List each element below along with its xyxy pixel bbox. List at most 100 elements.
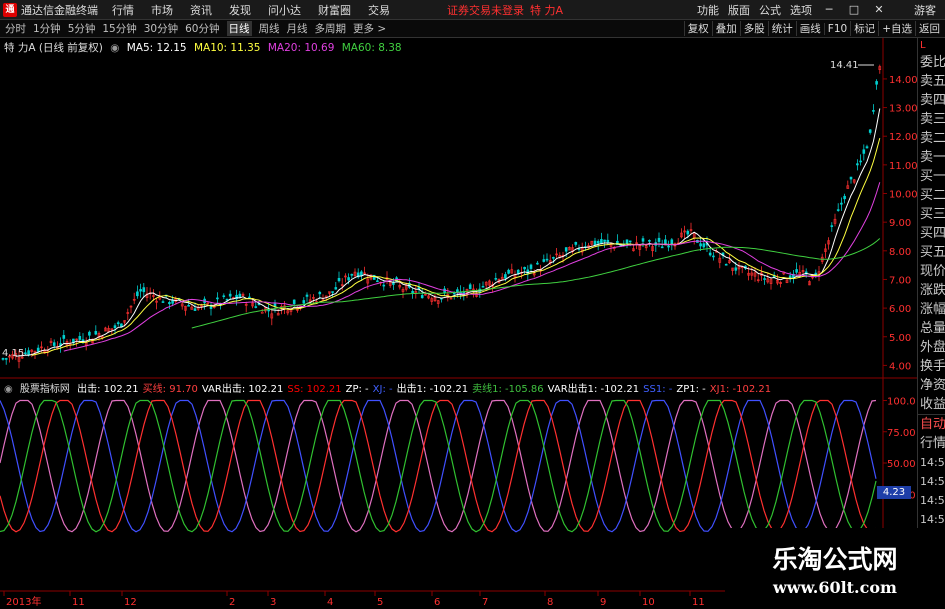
multi-stock-button[interactable]: 多股 (739, 21, 768, 36)
quote-field-label: 买一 (920, 169, 945, 184)
candle-body (260, 311, 264, 314)
ind-legend-item: XJ: - (372, 384, 393, 395)
candle-body (862, 149, 866, 154)
back-button[interactable]: 返回 (915, 21, 943, 36)
draw-line-button[interactable]: 画线 (795, 21, 824, 36)
period-multi[interactable]: 多周期 (315, 21, 347, 36)
candle-body (481, 286, 485, 288)
ind-legend-item: 买线: 91.70 (142, 384, 198, 395)
price-axis-label: 13.00 (889, 104, 917, 115)
overlay-button[interactable]: 叠加 (711, 21, 740, 36)
menu-market[interactable]: 市场 (151, 2, 173, 18)
candle-body (187, 304, 190, 307)
login-warning[interactable]: 证券交易未登录 (447, 2, 524, 18)
candle-body (36, 347, 40, 352)
candle-body (856, 163, 859, 166)
price-axis-label: 7.00 (889, 275, 911, 286)
date-axis-label: 7 (482, 597, 488, 608)
ind-legend-item: ZP1: - (676, 384, 706, 395)
ind-legend-item: VAR出击: 102.21 (201, 384, 284, 395)
period-monthly[interactable]: 月线 (287, 21, 308, 36)
legend-ma60: MA60: 8.38 (341, 42, 402, 54)
quote-field-label: 卖二 (920, 131, 945, 146)
f10-button[interactable]: F10 (823, 22, 850, 35)
candle-body (334, 287, 338, 290)
candle-body (724, 263, 728, 266)
quote-panel-head: L (920, 40, 926, 51)
tab-auto[interactable]: 自动 (918, 414, 945, 434)
quote-field-label: 卖三 (920, 112, 945, 127)
candle-body (763, 278, 766, 280)
quote-field-label: 涨幅 (920, 302, 945, 317)
period-15min[interactable]: 15分钟 (102, 21, 136, 36)
menu-function[interactable]: 功能 (697, 2, 719, 18)
watermark-title: 乐淘公式网 (772, 545, 898, 574)
watermark-url: www.60lt.com (773, 578, 897, 597)
current-value-badge: 4.23 (877, 486, 911, 499)
period-30min[interactable]: 30分钟 (144, 21, 178, 36)
maximize-icon[interactable]: □ (846, 3, 862, 16)
candle-body (292, 299, 296, 305)
menu-trade[interactable]: 交易 (368, 2, 390, 18)
period-more[interactable]: 更多 > (353, 21, 386, 36)
menu-wealth[interactable]: 财富圈 (318, 2, 351, 18)
menu-quotes[interactable]: 行情 (112, 2, 134, 18)
quote-field-label: 卖一 (920, 150, 945, 165)
tick-time: 14:56 (920, 494, 945, 507)
candle-body (865, 146, 869, 149)
price-axis-label: 12.00 (889, 132, 917, 143)
candle-body (702, 243, 706, 248)
menu-assistant[interactable]: 问小达 (268, 2, 301, 18)
candle-body (139, 289, 142, 292)
ind-line-green (0, 399, 877, 533)
candle-body (318, 291, 322, 295)
candle-body (708, 252, 712, 256)
candle-body (603, 239, 606, 242)
date-axis-label: 11 (692, 597, 705, 608)
period-weekly[interactable]: 周线 (259, 21, 280, 36)
candle-body (859, 160, 862, 163)
tab-quotes[interactable]: 行情 (918, 434, 945, 453)
tick-time: 14:56 (920, 513, 945, 526)
period-tick[interactable]: 分时 (5, 21, 26, 36)
period-5min[interactable]: 5分钟 (68, 21, 96, 36)
price-axis-label: 9.00 (889, 218, 911, 229)
minimize-icon[interactable]: ─ (821, 3, 837, 16)
tick-time: 14:55 (920, 456, 945, 469)
period-daily[interactable]: 日线 (226, 21, 252, 36)
period-toolbar: 分时 1分钟 5分钟 15分钟 30分钟 60分钟 日线 周线 月线 多周期 更… (0, 20, 945, 38)
candle-body (88, 331, 91, 336)
legend-ma5: MA5: 12.15 (126, 42, 187, 54)
menu-formula[interactable]: 公式 (759, 2, 781, 18)
stats-button[interactable]: 统计 (767, 21, 796, 36)
app-logo-icon: 通 (3, 2, 17, 17)
candle-body (664, 239, 667, 244)
menu-options[interactable]: 选项 (790, 2, 812, 18)
candle-body (523, 266, 526, 270)
candle-body (136, 291, 139, 297)
guest-label[interactable]: 游客 (914, 2, 936, 18)
period-1min[interactable]: 1分钟 (33, 21, 61, 36)
quote-field-label: 外盘 (920, 340, 945, 355)
menu-discover[interactable]: 发现 (229, 2, 251, 18)
quote-field-label: 卖五 (920, 74, 945, 89)
mark-button[interactable]: 标记 (850, 21, 878, 36)
ind-legend-item: 出击1: -102.21 (396, 384, 469, 395)
candle-body (24, 352, 27, 355)
kline-chart[interactable]: 14.00 13.00 12.00 11.00 10.00 9.00 8.00 7.00 6.0… (0, 38, 917, 609)
period-60min[interactable]: 60分钟 (185, 21, 219, 36)
candle-body (564, 247, 568, 252)
candle-body (868, 129, 872, 133)
restore-rights-button[interactable]: 复权 (683, 21, 712, 36)
ma5-line (15, 108, 881, 357)
ind-legend-item: 出击: 102.21 (77, 384, 139, 395)
add-watchlist-button[interactable]: +自选 (878, 21, 915, 36)
menu-layout[interactable]: 版面 (728, 2, 750, 18)
menu-news[interactable]: 资讯 (190, 2, 212, 18)
candle-body (62, 335, 66, 339)
date-axis-label: 10 (642, 597, 655, 608)
close-icon[interactable]: ✕ (871, 3, 887, 16)
candle-body (168, 302, 171, 305)
candle-body (574, 241, 578, 245)
candle-body (593, 240, 597, 246)
